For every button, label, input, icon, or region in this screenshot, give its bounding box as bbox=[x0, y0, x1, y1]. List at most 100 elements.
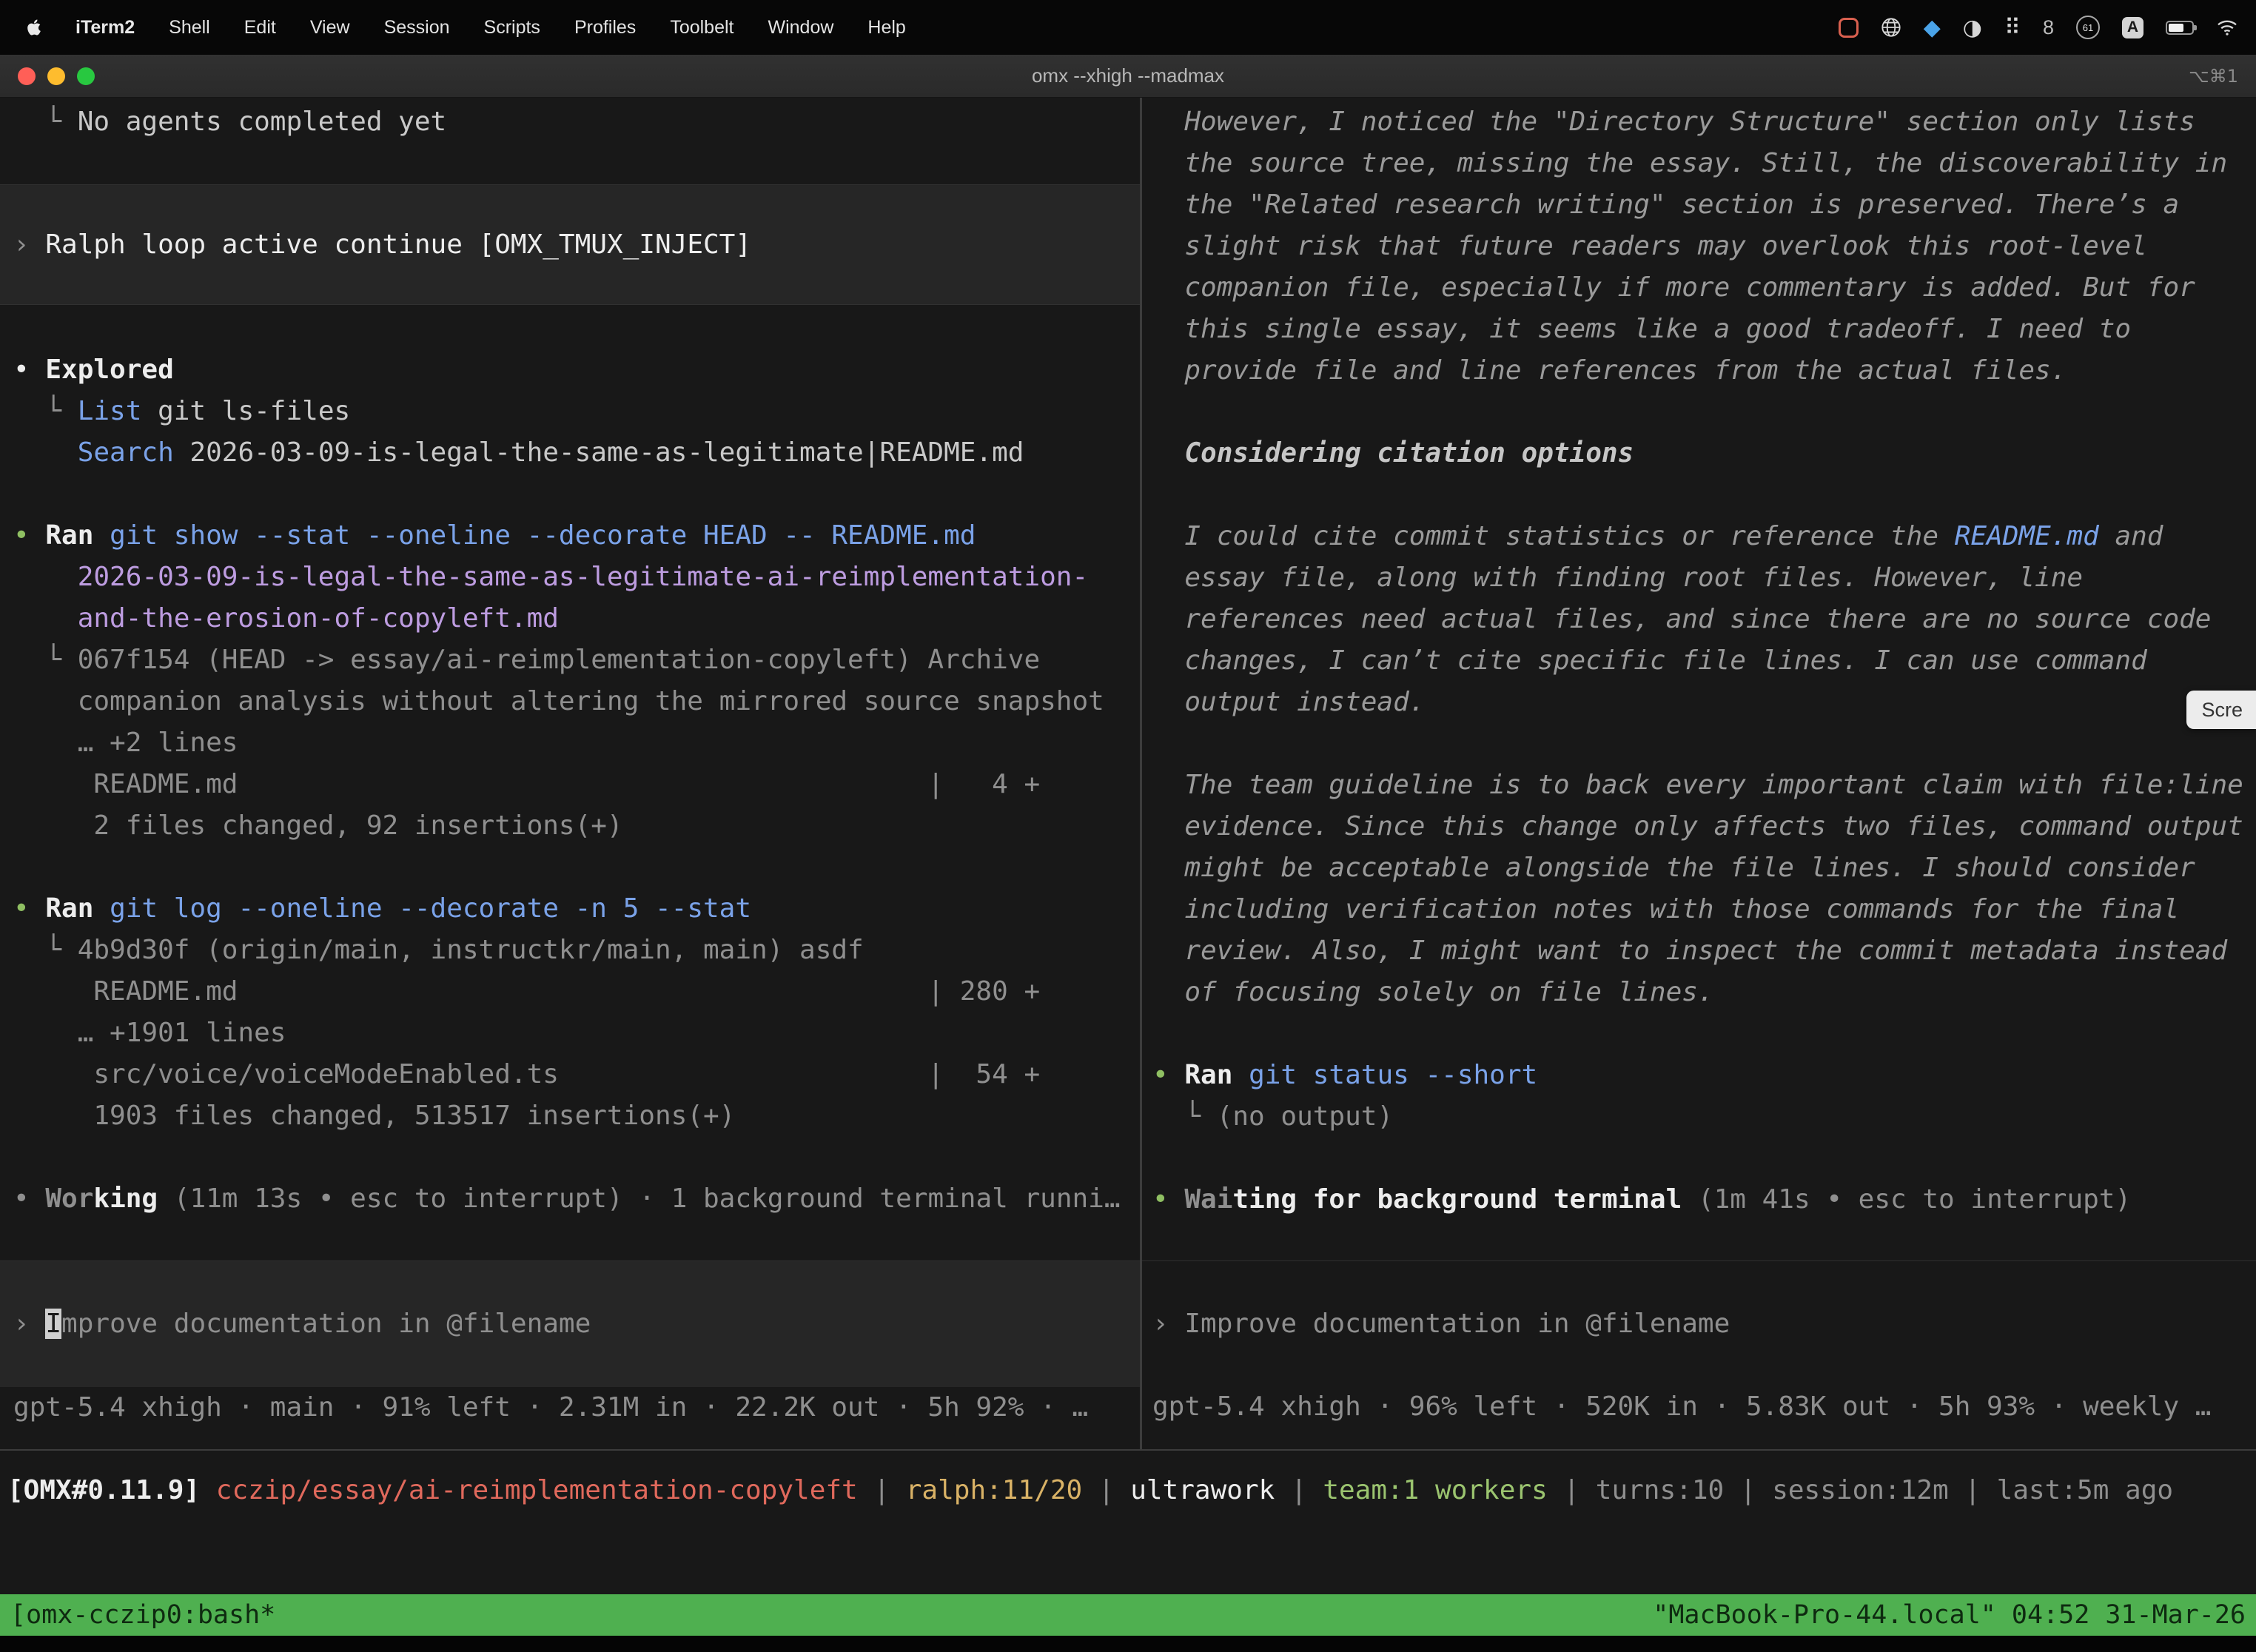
terminal-line bbox=[13, 143, 1140, 184]
battery-fill bbox=[2169, 24, 2183, 32]
text-segment: git show --stat --oneline --decorate HEA… bbox=[110, 520, 976, 551]
text-segment: README.md bbox=[1955, 521, 2099, 551]
terminal-line: 2026-03-09-is-legal-the-same-as-legitima… bbox=[13, 557, 1140, 598]
text-segment: [OMX#0.11.9] bbox=[7, 1475, 216, 1505]
prompt-input-left-text: › Improve documentation in @filename bbox=[13, 1303, 591, 1345]
text-segment: evidence. Since this change only affects… bbox=[1152, 811, 2243, 842]
terminal-line: provide file and line references from th… bbox=[1152, 350, 2256, 392]
menu-toolbelt[interactable]: Toolbelt bbox=[670, 17, 733, 38]
prompt-input-right: › Improve documentation in @filename bbox=[1152, 1303, 2256, 1345]
terminal-line: of focusing solely on file lines. bbox=[1152, 972, 2256, 1013]
terminal-line: I could cite commit statistics or refere… bbox=[1152, 516, 2256, 557]
text-segment: src/voice/voiceModeEnabled.ts | 54 + bbox=[13, 1059, 1040, 1089]
text-segment: Improve documentation in @filename bbox=[1184, 1309, 1730, 1339]
window-titlebar[interactable]: omx --xhigh --madmax ⌥⌘1 bbox=[0, 55, 2256, 98]
text-segment: List bbox=[78, 396, 142, 426]
text-segment: references need actual files, and since … bbox=[1152, 604, 2211, 634]
text-segment: Wor bbox=[45, 1183, 93, 1214]
letter-a-app-icon[interactable]: A bbox=[2122, 17, 2143, 38]
text-segment: • bbox=[13, 355, 45, 385]
menu-view[interactable]: View bbox=[310, 17, 350, 38]
ralph-inject-box-text: › Ralph loop active continue [OMX_TMUX_I… bbox=[13, 224, 751, 266]
menu-session[interactable]: Session bbox=[384, 17, 450, 38]
text-segment: 2026-03-09-is-legal-the-same-as-legitima… bbox=[13, 562, 1088, 592]
menu-window[interactable]: Window bbox=[768, 17, 833, 38]
circle-app-icon[interactable]: ◑ bbox=[1963, 15, 1982, 41]
text-segment: • bbox=[1152, 1060, 1184, 1090]
terminal-line: • Explored bbox=[13, 349, 1140, 391]
text-segment: • bbox=[13, 893, 45, 924]
menu-profiles[interactable]: Profiles bbox=[574, 17, 636, 38]
menu-scripts[interactable]: Scripts bbox=[484, 17, 540, 38]
terminal-line: references need actual files, and since … bbox=[1152, 599, 2256, 640]
app-icon-8[interactable]: 8 bbox=[2043, 16, 2054, 39]
globe-icon[interactable] bbox=[1881, 17, 1901, 38]
battery-icon[interactable] bbox=[2166, 21, 2194, 35]
terminal-line: └ 4b9d30f (origin/main, instructkr/main,… bbox=[13, 930, 1140, 971]
text-segment: | bbox=[858, 1475, 906, 1505]
text-segment: Ralph loop active continue [OMX_TMUX_INJ… bbox=[45, 229, 751, 260]
prompt-input-left[interactable]: › Improve documentation in @filename bbox=[0, 1261, 1140, 1387]
text-segment: No agents completed yet bbox=[78, 107, 447, 137]
tmux-status-bar: [omx-cczip0:bash* "MacBook-Pro-44.local"… bbox=[0, 1594, 2256, 1636]
terminal-line bbox=[1152, 1220, 2256, 1262]
zoom-button[interactable] bbox=[77, 67, 95, 85]
ralph-inject-box[interactable]: › Ralph loop active continue [OMX_TMUX_I… bbox=[0, 184, 1140, 305]
status-area-divider bbox=[0, 1449, 2256, 1451]
text-segment: Explored bbox=[45, 355, 173, 385]
terminal-line: • Ran git status --short bbox=[1152, 1055, 2256, 1096]
terminal-line bbox=[1152, 1262, 2256, 1303]
text-segment: Ran bbox=[45, 893, 110, 924]
dots-grid-icon[interactable]: ⠿ bbox=[2004, 15, 2021, 41]
terminal-line: … +1901 lines bbox=[13, 1013, 1140, 1054]
text-segment: provide file and line references from th… bbox=[1152, 355, 2067, 386]
reasoning-heading: Considering citation options bbox=[1152, 433, 2256, 474]
text-segment: ralph:11/20 bbox=[906, 1475, 1082, 1505]
apple-menu-icon[interactable] bbox=[27, 19, 41, 36]
battery-gauge-icon[interactable]: 61 bbox=[2076, 16, 2100, 39]
terminal-line: evidence. Since this change only affects… bbox=[1152, 806, 2256, 847]
terminal-line: Search 2026-03-09-is-legal-the-same-as-l… bbox=[13, 432, 1140, 474]
terminal-line bbox=[13, 474, 1140, 515]
screen: iTerm2 Shell Edit View Session Scripts Profil… bbox=[0, 0, 2256, 1652]
text-segment: ting for background terminal bbox=[1232, 1184, 1682, 1215]
menu-edit[interactable]: Edit bbox=[244, 17, 276, 38]
text-segment: companion file, especially if more comme… bbox=[1152, 272, 2195, 303]
text-segment: › bbox=[13, 229, 45, 260]
text-segment: (11m 13s • esc to interrupt) · 1 backgro… bbox=[158, 1183, 1120, 1214]
terminal-line bbox=[1152, 1345, 2256, 1386]
terminal-line bbox=[1152, 723, 2256, 765]
menu-help[interactable]: Help bbox=[867, 17, 905, 38]
terminal-line: └ (no output) bbox=[1152, 1096, 2256, 1138]
menu-shell[interactable]: Shell bbox=[169, 17, 210, 38]
screen-recording-icon[interactable] bbox=[1839, 18, 1859, 38]
menubar-app-name[interactable]: iTerm2 bbox=[75, 17, 135, 38]
tmux-pane-right: However, I noticed the "Directory Struct… bbox=[1142, 98, 2256, 1449]
wifi-icon[interactable] bbox=[2216, 19, 2238, 36]
text-segment: • bbox=[13, 1183, 45, 1214]
terminal-line: the "Related research writing" section i… bbox=[1152, 184, 2256, 226]
terminal-line: 1903 files changed, 513517 insertions(+) bbox=[13, 1095, 1140, 1137]
text-segment: last:5m ago bbox=[1997, 1475, 2173, 1505]
text-segment: 2026-03-09-is-legal-the-same-as-legitima… bbox=[174, 437, 1024, 468]
terminal-line bbox=[13, 1220, 1140, 1261]
status-line-right: gpt-5.4 xhigh · 96% left · 520K in · 5.8… bbox=[1152, 1386, 2256, 1428]
text-segment: … +2 lines bbox=[13, 728, 238, 758]
terminal-line: • Ran git log --oneline --decorate -n 5 … bbox=[13, 888, 1140, 930]
text-segment: and bbox=[2099, 521, 2163, 551]
minimize-button[interactable] bbox=[47, 67, 65, 85]
screen-share-tooltip[interactable]: Scre bbox=[2186, 691, 2256, 729]
text-segment: king bbox=[93, 1183, 158, 1214]
terminal-line: slight risk that future readers may over… bbox=[1152, 226, 2256, 267]
text-segment: Ran bbox=[45, 520, 110, 551]
terminal-line bbox=[13, 847, 1140, 888]
close-button[interactable] bbox=[18, 67, 36, 85]
terminal-line: └ No agents completed yet bbox=[13, 101, 1140, 143]
text-segment: | bbox=[1275, 1475, 1323, 1505]
blue-app-icon[interactable]: ◆ bbox=[1924, 15, 1941, 41]
text-segment: 1903 files changed, 513517 insertions(+) bbox=[13, 1101, 735, 1131]
text-segment bbox=[13, 437, 78, 468]
terminal-line: output instead. bbox=[1152, 682, 2256, 723]
terminal-line: However, I noticed the "Directory Struct… bbox=[1152, 101, 2256, 143]
text-segment: 2 files changed, 92 insertions(+) bbox=[13, 810, 623, 841]
